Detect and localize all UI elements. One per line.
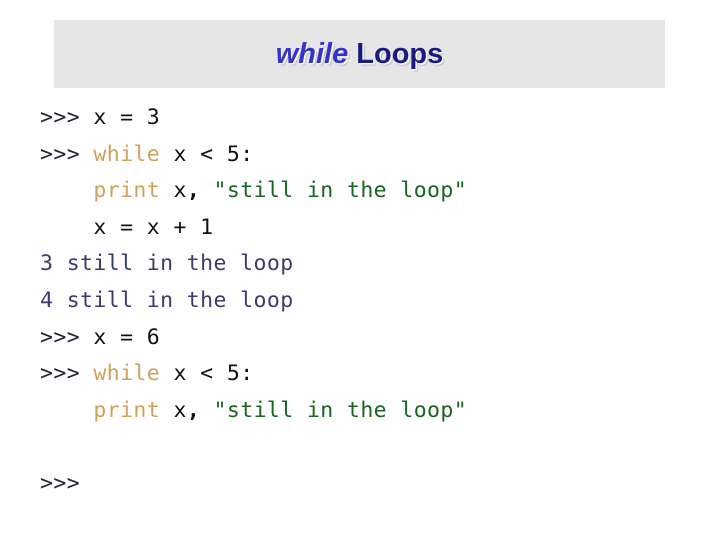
console-token-keyword: while [93, 361, 161, 387]
console-line: print x, "still in the loop" [40, 393, 680, 430]
page-title: while Loops [275, 37, 444, 70]
console-token-plain: x = 6 [93, 324, 161, 350]
console-token-keyword: while [93, 141, 161, 167]
console-token-prompt: >>> [40, 141, 94, 167]
console-token-prompt: >>> [40, 361, 94, 387]
console-token-prompt: >>> [40, 324, 94, 350]
console-line: >>> while x < 5: [40, 137, 680, 174]
console-token-string: "still in the loop" [213, 178, 468, 204]
console-token-plain: x < 5: [160, 361, 254, 387]
console-token-plain [200, 178, 213, 203]
console-token-plain [40, 398, 93, 423]
console-token-punct: , [186, 397, 201, 423]
console-token-plain: x = x + 1 [40, 214, 214, 240]
console-line: >>> x = 3 [40, 100, 680, 137]
console-token-output: 4 still in the loop [40, 287, 294, 313]
console-token-keyword: print [93, 178, 161, 204]
console-token-plain: x [160, 397, 187, 423]
console-token-plain: x [160, 178, 187, 204]
console-token-keyword: print [93, 397, 161, 423]
console-token-string: "still in the loop" [213, 397, 468, 423]
console-token-plain [200, 398, 213, 423]
console-token-output: 3 still in the loop [40, 251, 294, 277]
console-line: print x, "still in the loop" [40, 173, 680, 210]
page-title-keyword: while [275, 37, 349, 70]
console-line: x = x + 1 [40, 210, 680, 247]
console-line: >>> x = 6 [40, 320, 680, 357]
console-token-prompt: >>> [40, 105, 94, 130]
console-line: 3 still in the loop [40, 246, 680, 283]
console-token-prompt: >>> [40, 470, 81, 496]
console-line: >>> while x < 5: [40, 356, 680, 393]
console-token-plain: x = 3 [93, 105, 161, 130]
console-line: 4 still in the loop [40, 283, 680, 320]
console-token-plain [40, 178, 93, 203]
python-console-transcript: >>> x = 3 >>> while x < 5: print x, "stil… [40, 100, 680, 503]
page-title-rest: Loops [348, 37, 444, 70]
console-token-punct: , [186, 178, 201, 204]
console-token-plain: x < 5: [160, 141, 254, 167]
console-line: >>> [40, 466, 680, 503]
slide-title-band: while Loops [54, 20, 665, 88]
